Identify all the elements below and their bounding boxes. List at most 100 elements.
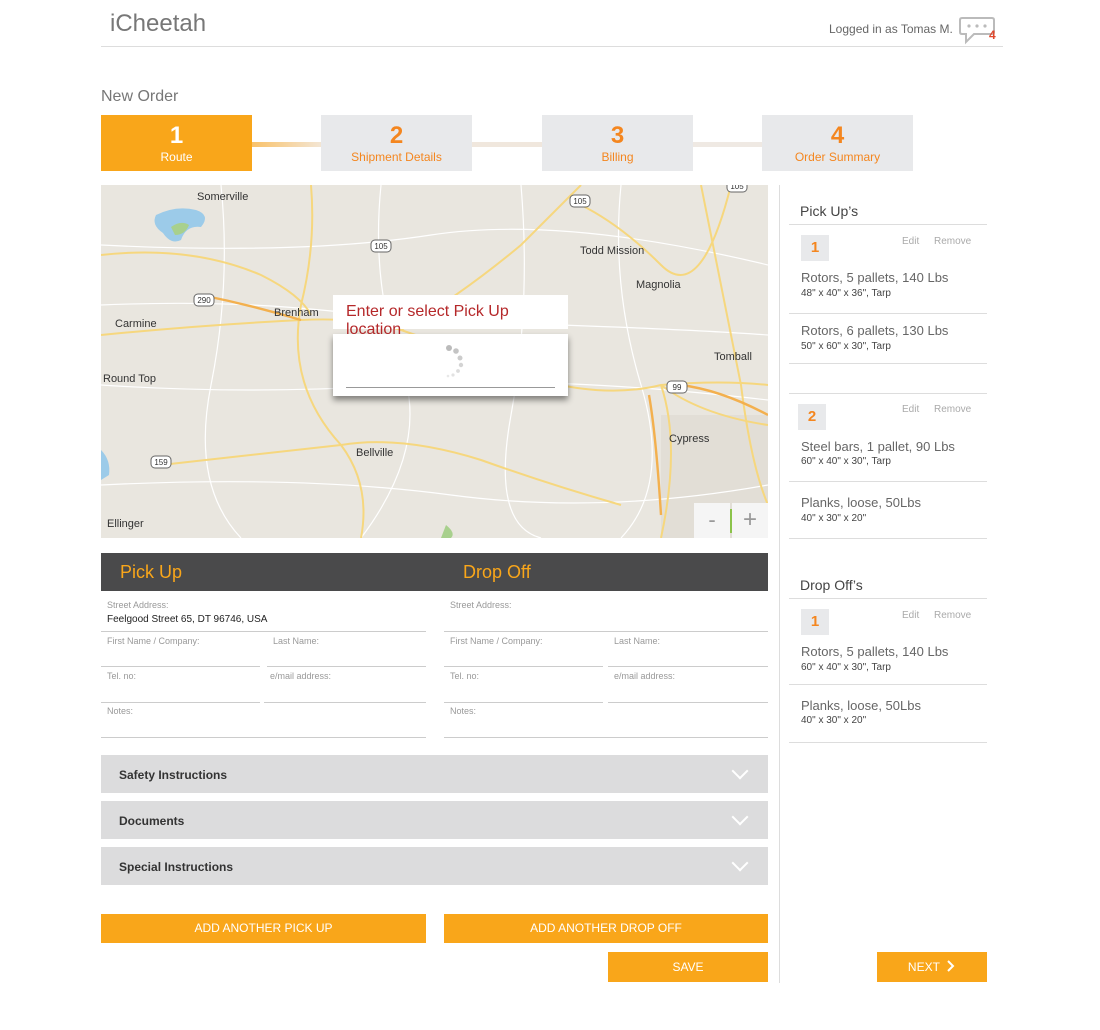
dropoff-notes-input[interactable] <box>450 720 762 731</box>
cargo-item-details: 40" x 30" x 20" <box>801 715 867 726</box>
map-place-label: Ellinger <box>107 518 144 530</box>
pickup-email-field: e/mail address: <box>264 667 426 703</box>
dropoff-tel-input[interactable] <box>450 685 597 696</box>
field-label: Tel. no: <box>450 671 480 681</box>
pickup-first-name-input[interactable] <box>107 650 254 661</box>
cargo-item-details: 40" x 30" x 20" <box>801 513 867 524</box>
zoom-out-button[interactable]: - <box>694 503 730 538</box>
cargo-item-title: Rotors, 5 pallets, 140 Lbs <box>801 270 949 285</box>
road-shield: 105 <box>730 185 744 191</box>
step-label: Billing <box>601 150 634 164</box>
road-shield: 105 <box>573 197 587 206</box>
login-status: Logged in as Tomas M. <box>829 22 953 36</box>
dropoff-email-input[interactable] <box>614 685 762 696</box>
location-search-box[interactable] <box>333 334 568 396</box>
chevron-down-icon <box>731 808 749 826</box>
dropoff-number-badge: 1 <box>801 609 829 635</box>
chevron-down-icon <box>731 762 749 780</box>
add-another-pickup-button[interactable]: ADD ANOTHER PICK UP <box>101 914 426 943</box>
cargo-item-title: Steel bars, 1 pallet, 90 Lbs <box>801 439 955 454</box>
route-map[interactable]: 105 105 105 290 99 159 Somerville Brenha… <box>101 185 768 538</box>
divider <box>789 224 987 225</box>
accordion-documents[interactable]: Documents <box>101 801 768 839</box>
dropoff-first-name-input[interactable] <box>450 650 597 661</box>
field-label: Last Name: <box>273 636 320 646</box>
divider <box>789 313 987 314</box>
divider <box>789 538 987 539</box>
step-number: 4 <box>830 122 845 149</box>
accordion-safety-instructions[interactable]: Safety Instructions <box>101 755 768 793</box>
pickup-first-name-field: First Name / Company: <box>101 632 260 667</box>
dropoff-last-name-field: Last Name: <box>608 632 768 667</box>
dropoff-street-input[interactable] <box>450 614 762 625</box>
divider <box>789 742 987 743</box>
field-label: First Name / Company: <box>107 636 200 646</box>
edit-pickup-link[interactable]: Edit <box>902 236 919 247</box>
divider <box>789 363 987 364</box>
pickup-number-badge: 2 <box>798 404 826 430</box>
remove-dropoff-link[interactable]: Remove <box>934 610 971 621</box>
edit-pickup-link[interactable]: Edit <box>902 404 919 415</box>
tooltip-text: Enter or select <box>346 303 454 320</box>
tooltip-emphasis: Pick Up <box>453 303 509 320</box>
map-place-label: Cypress <box>669 433 710 445</box>
divider <box>789 481 987 482</box>
message-count-badge: 4 <box>989 28 996 42</box>
field-label: Last Name: <box>614 636 661 646</box>
pickup-email-input[interactable] <box>270 685 420 696</box>
road-shield: 159 <box>154 458 168 467</box>
map-place-label: Bellville <box>356 447 394 459</box>
dropoff-last-name-input[interactable] <box>614 650 762 661</box>
pickup-street-input[interactable] <box>107 614 420 625</box>
remove-pickup-link[interactable]: Remove <box>934 404 971 415</box>
step-number: 2 <box>389 122 404 149</box>
pickup-last-name-input[interactable] <box>273 650 420 661</box>
dropoff-tel-field: Tel. no: <box>444 667 603 703</box>
map-place-label: Somerville <box>197 191 249 203</box>
cargo-item-details: 60" x 40" x 30", Tarp <box>801 662 891 673</box>
pickup-number-badge: 1 <box>801 235 829 261</box>
step-order-summary[interactable]: 4 Order Summary <box>762 115 913 171</box>
field-label: Street Address: <box>107 600 169 610</box>
step-billing[interactable]: 3 Billing <box>542 115 693 171</box>
step-connector-1 <box>252 142 322 147</box>
map-place-label: Tomball <box>714 351 752 363</box>
accordion-label: Special Instructions <box>119 860 234 874</box>
dropoff-first-name-field: First Name / Company: <box>444 632 603 667</box>
road-shield: 105 <box>374 242 388 251</box>
divider <box>789 684 987 685</box>
divider <box>789 393 987 394</box>
step-number: 3 <box>610 122 625 149</box>
pickup-tel-input[interactable] <box>107 685 254 696</box>
cargo-item-title: Planks, loose, 50Lbs <box>801 698 921 713</box>
zoom-in-button[interactable]: + <box>732 503 768 538</box>
map-place-label: Round Top <box>103 373 157 385</box>
map-place-label: Carmine <box>115 318 157 330</box>
dropoff-form-title: Drop Off <box>463 562 531 582</box>
road-shield: 99 <box>673 383 682 392</box>
save-button[interactable]: SAVE <box>608 952 768 982</box>
chevron-down-icon <box>731 854 749 872</box>
map-place-label: Magnolia <box>636 279 681 291</box>
step-route[interactable]: 1 Route <box>101 115 252 171</box>
edit-dropoff-link[interactable]: Edit <box>902 610 919 621</box>
pickup-tel-field: Tel. no: <box>101 667 260 703</box>
accordion-special-instructions[interactable]: Special Instructions <box>101 847 768 885</box>
map-place-label: Brenham <box>274 307 319 319</box>
address-form-header: Pick Up Drop Off <box>101 553 768 591</box>
app-title: iCheetah <box>110 10 207 37</box>
remove-pickup-link[interactable]: Remove <box>934 236 971 247</box>
add-another-dropoff-button[interactable]: ADD ANOTHER DROP OFF <box>444 914 768 943</box>
pickup-notes-input[interactable] <box>107 720 420 731</box>
loading-spinner-icon <box>446 345 464 378</box>
field-label: Notes: <box>107 706 134 716</box>
next-button[interactable]: NEXT <box>877 952 987 982</box>
cargo-item-title: Rotors, 5 pallets, 140 Lbs <box>801 644 949 659</box>
step-number: 1 <box>169 122 184 149</box>
field-label: Street Address: <box>450 600 512 610</box>
field-label: Notes: <box>450 706 477 716</box>
field-label: e/mail address: <box>614 671 676 681</box>
dropoff-email-field: e/mail address: <box>608 667 768 703</box>
step-shipment-details[interactable]: 2 Shipment Details <box>321 115 472 171</box>
map-place-label: Todd Mission <box>580 245 645 257</box>
